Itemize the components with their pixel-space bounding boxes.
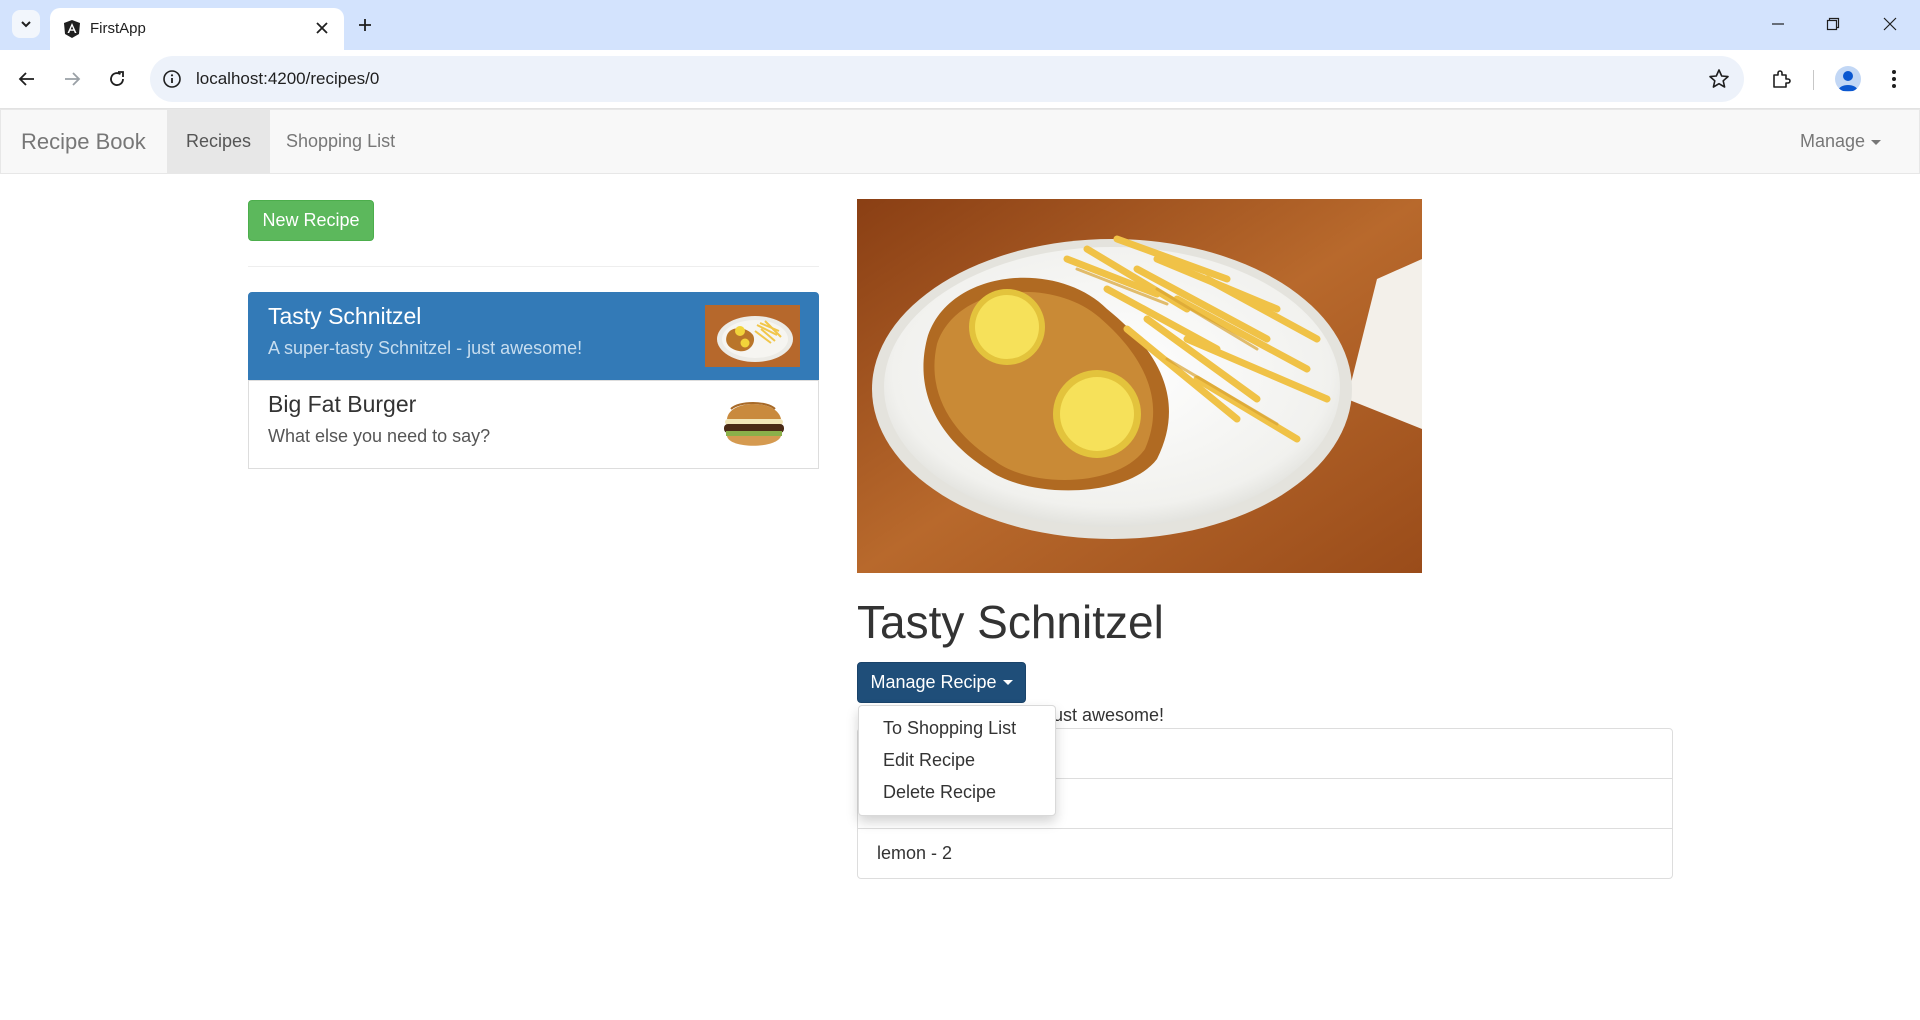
site-info-icon[interactable] [162, 69, 182, 89]
manage-recipe-button[interactable]: Manage Recipe [857, 662, 1026, 703]
recipe-list-item[interactable]: Tasty Schnitzel A super-tasty Schnitzel … [248, 292, 819, 381]
divider [248, 266, 819, 267]
caret-down-icon [1002, 680, 1013, 685]
recipe-item-description: What else you need to say? [268, 426, 491, 446]
manage-recipe-dropdown: To Shopping List Edit Recipe Delete Reci… [858, 705, 1056, 816]
delete-recipe-option[interactable]: Delete Recipe [859, 776, 1055, 808]
tab-title: FirstApp [90, 20, 146, 37]
manage-recipe-label: Manage Recipe [870, 672, 997, 692]
close-window-icon[interactable] [1870, 10, 1910, 38]
app-navbar: Recipe Book Recipes Shopping List Manage [0, 109, 1920, 174]
minimize-window-icon[interactable] [1758, 10, 1798, 38]
angular-logo-icon [64, 20, 80, 38]
recipe-item-name: Big Fat Burger [268, 391, 417, 417]
recipe-thumbnail-image [705, 305, 800, 367]
nav-link-recipes[interactable]: Recipes [167, 110, 271, 173]
recipe-detail-title: Tasty Schnitzel [857, 596, 1164, 648]
reload-icon[interactable] [102, 64, 132, 94]
recipe-thumbnail-image [705, 393, 800, 455]
back-icon[interactable] [12, 64, 42, 94]
new-recipe-button[interactable]: New Recipe [248, 200, 374, 241]
address-bar[interactable]: localhost:4200/recipes/0 [150, 56, 1744, 102]
extensions-icon[interactable] [1766, 64, 1796, 94]
recipe-item-description: A super-tasty Schnitzel - just awesome! [268, 338, 583, 358]
recipe-detail-image [857, 199, 1422, 573]
bookmark-star-icon[interactable] [1708, 68, 1730, 90]
recipe-list-item[interactable]: Big Fat Burger What else you need to say… [248, 380, 819, 469]
recipe-detail-description: ust awesome! [1053, 705, 1165, 725]
url-text[interactable]: localhost:4200/recipes/0 [196, 69, 379, 89]
navbar-brand[interactable]: Recipe Book [21, 129, 146, 155]
restore-window-icon[interactable] [1813, 10, 1853, 38]
browser-toolbar: localhost:4200/recipes/0 [0, 50, 1920, 109]
forward-icon[interactable] [57, 64, 87, 94]
browser-tabstrip: FirstApp [0, 0, 1920, 50]
nav-link-shopping-list[interactable]: Shopping List [267, 110, 414, 173]
manage-dropdown-toggle[interactable]: Manage [1781, 110, 1900, 173]
avatar [1835, 66, 1861, 92]
edit-recipe-option[interactable]: Edit Recipe [859, 744, 1055, 776]
browser-tab[interactable]: FirstApp [50, 8, 344, 50]
caret-down-icon [1871, 139, 1882, 145]
recipe-item-name: Tasty Schnitzel [268, 303, 422, 329]
profile-icon[interactable] [1833, 64, 1863, 94]
ingredient-item: lemon - 2 [857, 828, 1673, 879]
tab-search-button[interactable] [12, 10, 40, 38]
close-tab-icon[interactable] [312, 18, 332, 38]
to-shopping-list-option[interactable]: To Shopping List [859, 712, 1055, 744]
new-tab-icon[interactable] [352, 12, 378, 38]
toolbar-separator [1813, 70, 1814, 90]
chevron-down-icon [21, 21, 31, 28]
manage-label: Manage [1800, 131, 1866, 151]
browser-menu-icon[interactable] [1879, 64, 1909, 94]
